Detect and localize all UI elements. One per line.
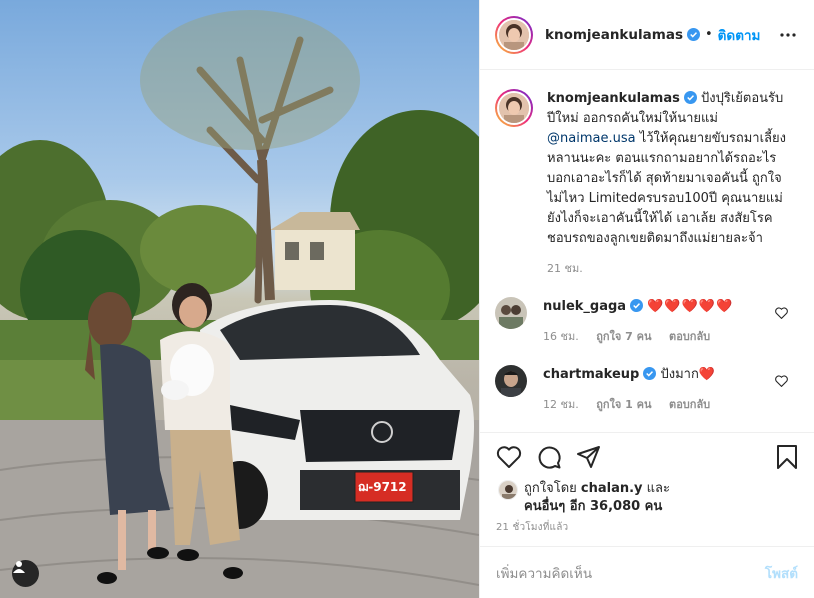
commenter-avatar[interactable]	[495, 297, 527, 329]
verified-icon	[630, 299, 644, 312]
verified-icon	[683, 91, 697, 104]
reply-button[interactable]: ตอบกลับ	[669, 398, 710, 411]
comments-list[interactable]: knomjeankulamas ปังปุริเย้ตอนรับปีใหม่ อ…	[480, 71, 814, 433]
instagram-post-modal: ฌ-9712 knomjeankulamas • ติดตาม knomjean…	[0, 0, 814, 598]
commenter-avatar[interactable]	[495, 365, 527, 397]
share-icon[interactable]	[576, 444, 602, 470]
license-plate-text: ฌ-9712	[358, 480, 407, 494]
comment-text: ❤️❤️❤️❤️❤️	[647, 299, 734, 314]
more-icon[interactable]	[778, 25, 798, 45]
caption-text: knomjeankulamas ปังปุริเย้ตอนรับปีใหม่ อ…	[547, 89, 787, 279]
post-side-panel: knomjeankulamas • ติดตาม knomjeankulamas…	[479, 0, 814, 598]
caption-username[interactable]: knomjeankulamas	[547, 91, 680, 106]
comment-item: nulek_gaga ❤️❤️❤️❤️❤️ 16 ชม. ถูกใจ 7 คน …	[495, 297, 798, 347]
post-timestamp[interactable]: 21 ชั่วโมงที่แล้ว	[496, 520, 568, 535]
comment-username[interactable]: chartmakeup	[543, 367, 639, 382]
comment-like-heart-icon[interactable]	[775, 307, 788, 319]
caption-time[interactable]: 21 ชม.	[547, 262, 583, 275]
liker-avatar[interactable]	[498, 480, 518, 500]
comment-icon[interactable]	[536, 444, 562, 470]
likes-others[interactable]: คนอื่นๆ อีก 36,080 คน	[524, 499, 662, 514]
caption-mention[interactable]: @naimae.usa	[547, 131, 636, 146]
likes-prefix: ถูกใจโดย	[524, 481, 581, 496]
bookmark-icon[interactable]	[774, 444, 800, 470]
caption: knomjeankulamas ปังปุริเย้ตอนรับปีใหม่ อ…	[495, 89, 798, 279]
caption-avatar[interactable]	[495, 89, 533, 127]
follow-button[interactable]: ติดตาม	[718, 24, 761, 46]
verified-icon	[686, 28, 700, 41]
reply-button[interactable]: ตอบกลับ	[669, 330, 710, 343]
author-avatar-image	[499, 19, 529, 50]
person-icon	[13, 561, 25, 573]
comment-time[interactable]: 12 ชม.	[543, 398, 579, 411]
caption-text-after: ไว้ให้คุณยายขับรถมาเลี้ยงหลานนะคะ ตอนแรก…	[547, 131, 786, 246]
comment-time[interactable]: 16 ชม.	[543, 330, 579, 343]
comment-likes[interactable]: ถูกใจ 1 คน	[596, 398, 651, 411]
comment-body: chartmakeup ปังมาก❤️ 12 ชม. ถูกใจ 1 คน ต…	[543, 365, 783, 415]
comment-input[interactable]: เพิ่มความคิดเห็น	[496, 562, 765, 584]
likes-middle: และ	[642, 481, 670, 496]
comment-body: nulek_gaga ❤️❤️❤️❤️❤️ 16 ชม. ถูกใจ 7 คน …	[543, 297, 783, 347]
photo-scene	[0, 10, 479, 598]
likes-summary: ถูกใจโดย chalan.y และ คนอื่นๆ อีก 36,080…	[498, 480, 670, 516]
post-photo[interactable]: ฌ-9712	[0, 0, 479, 598]
verified-icon	[643, 367, 657, 380]
liker-username[interactable]: chalan.y	[581, 481, 643, 496]
post-header: knomjeankulamas • ติดตาม	[480, 0, 814, 70]
post-comment-button[interactable]: โพสต์	[765, 562, 798, 584]
user-tag-icon[interactable]	[12, 560, 39, 587]
comment-like-heart-icon[interactable]	[775, 375, 788, 387]
comment-text: ปังมาก❤️	[660, 367, 716, 382]
comment-likes[interactable]: ถูกใจ 7 คน	[596, 330, 651, 343]
action-bar: ถูกใจโดย chalan.y และ คนอื่นๆ อีก 36,080…	[480, 432, 814, 522]
heart-icon[interactable]	[496, 444, 522, 470]
separator-dot: •	[704, 27, 713, 42]
author-username[interactable]: knomjeankulamas	[545, 27, 683, 43]
author-avatar[interactable]	[495, 15, 533, 54]
add-comment-bar: เพิ่มความคิดเห็น โพสต์	[480, 546, 814, 598]
comment-username[interactable]: nulek_gaga	[543, 299, 626, 314]
comment-item: chartmakeup ปังมาก❤️ 12 ชม. ถูกใจ 1 คน ต…	[495, 365, 798, 415]
